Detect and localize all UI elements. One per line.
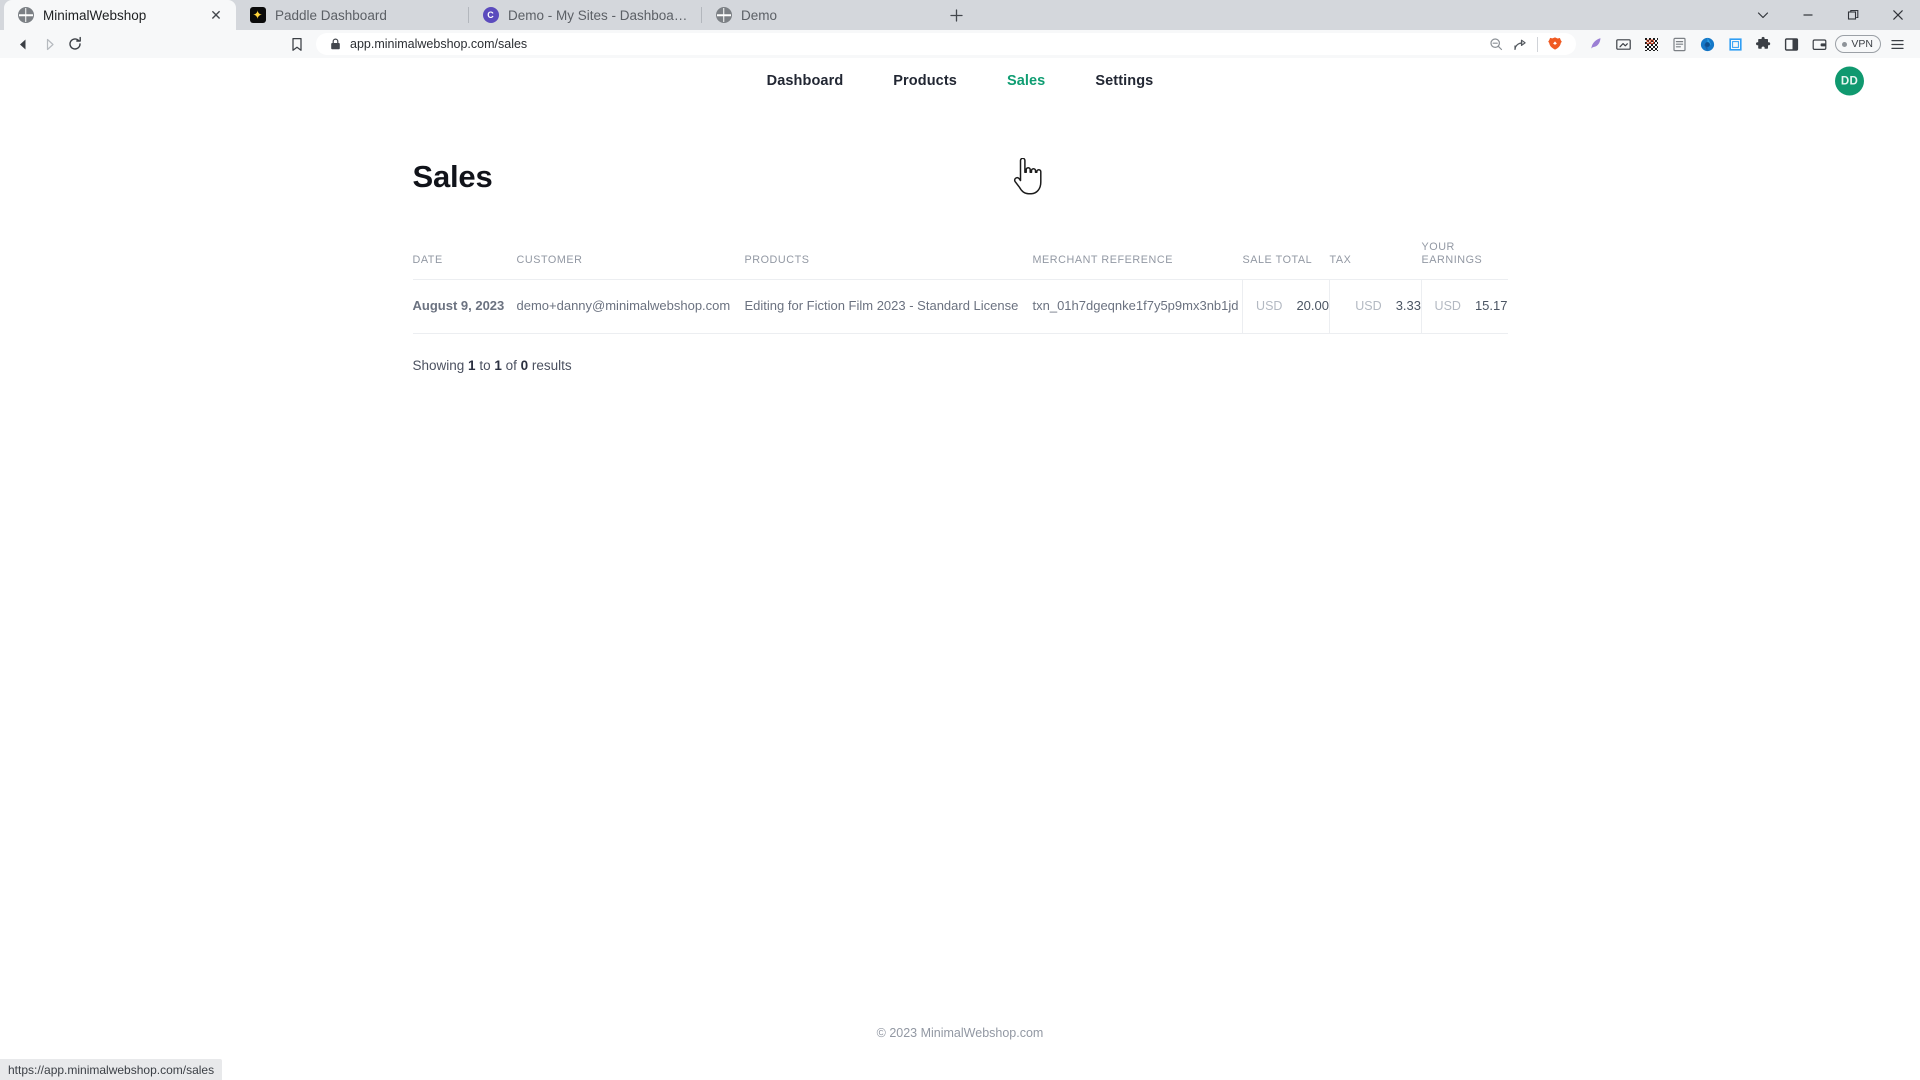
puzzle-icon[interactable] [1750,31,1776,57]
showing-mid: to [475,357,495,373]
nav-item-settings[interactable]: Settings [1070,73,1178,89]
column-header-customer: CUSTOMER [516,254,583,267]
showing-suffix: results [528,357,572,373]
vpn-button[interactable]: VPN [1835,35,1881,53]
browser-menu-button[interactable] [1884,31,1910,57]
column-header-products: PRODUCTS [744,254,810,267]
amount-value: 15.17 [1474,297,1508,313]
globe-icon [715,7,732,24]
screenshot-icon[interactable] [1610,31,1636,57]
showing-prefix: Showing [412,357,469,373]
cell-customer: demo+danny@minimalwebshop.com [516,297,731,313]
amount-value: 3.33 [1395,297,1421,313]
tab-title: Demo - My Sites - Dashboard - Carrd [508,7,690,23]
browser-window: MinimalWebshop ✕ ✦ Paddle Dashboard C De… [0,0,1920,1080]
sales-table: DATE CUSTOMER PRODUCTS MERCHANT REFERENC… [412,241,1508,334]
amount-value: 20.00 [1296,297,1329,313]
web-page: Dashboard Products Sales Settings DD Sal… [0,58,1920,1080]
currency-label: USD [1256,298,1283,313]
nav-item-sales[interactable]: Sales [982,73,1070,89]
column-header-date: DATE [412,254,443,267]
cell-date: August 9, 2023 [412,297,505,313]
table-row[interactable]: August 9, 2023 demo+danny@minimalwebshop… [412,279,1508,334]
column-header-merchant-reference: MERCHANT REFERENCE [1032,254,1173,267]
site-navigation: Dashboard Products Sales Settings DD [0,58,1920,104]
cell-sale-total: USD 20.00 [1242,279,1330,334]
currency-label: USD [1355,298,1382,313]
browser-toolbar: app.minimalwebshop.com/sales SD VPN [0,30,1920,58]
back-arrow-icon[interactable] [10,31,36,57]
table-body: August 9, 2023 demo+danny@minimalwebshop… [412,279,1508,334]
column-header-tax: TAX [1329,254,1352,267]
nav-links: Dashboard Products Sales Settings [742,73,1179,89]
tab-title: MinimalWebshop [43,7,147,23]
brave-lion-icon[interactable] [1544,31,1566,57]
cell-products: Editing for Fiction Film 2023 - Standard… [744,297,1019,313]
tab-title: Demo [741,7,778,23]
showing-to: 1 [494,357,502,373]
browser-tab-demo[interactable]: Demo [702,0,934,30]
cell-tax: USD 3.33 [1329,279,1422,334]
zoom-out-icon[interactable] [1485,31,1507,57]
close-icon[interactable]: ✕ [207,6,225,24]
svg-text:SD: SD [1646,40,1655,46]
sd-checker-icon[interactable]: SD [1638,31,1664,57]
address-bar[interactable]: app.minimalwebshop.com/sales [316,31,1577,57]
nav-item-products[interactable]: Products [868,73,982,89]
toolbar-divider [1537,36,1539,52]
vpn-label: VPN [1851,38,1873,50]
content-container: Sales DATE CUSTOMER PRODUCTS MERCHANT RE… [412,159,1508,373]
close-window-button[interactable] [1875,0,1920,30]
avatar[interactable]: DD [1835,66,1864,96]
share-icon[interactable] [1509,31,1531,57]
table-header-row: DATE CUSTOMER PRODUCTS MERCHANT REFERENC… [412,241,1508,280]
showing-from: 1 [468,357,476,373]
forward-arrow-icon[interactable] [36,31,62,57]
reload-icon[interactable] [62,31,88,57]
tab-strip: MinimalWebshop ✕ ✦ Paddle Dashboard C De… [0,0,1920,30]
minimize-button[interactable] [1785,0,1830,30]
browser-tab-minimalwebshop[interactable]: MinimalWebshop ✕ [4,0,236,30]
page-title: Sales [412,159,493,194]
column-header-sale-total: SALE TOTAL [1242,254,1313,267]
showing-total: 0 [520,357,529,373]
feather-icon[interactable] [1582,31,1608,57]
browser-tab-paddle-dashboard[interactable]: ✦ Paddle Dashboard [236,0,468,30]
crop-icon[interactable] [1722,31,1748,57]
currency-label: USD [1434,298,1461,313]
column-header-your-earnings: YOUR EARNINGS [1421,241,1483,267]
cell-your-earnings: USD 15.17 [1421,279,1508,334]
page-footer: © 2023 MinimalWebshop.com [876,1026,1044,1040]
extensions-row: SD [1582,31,1832,57]
lock-icon [328,31,342,57]
vpn-status-dot [1842,41,1848,47]
sidebar-icon[interactable] [1778,31,1804,57]
tab-title: Paddle Dashboard [275,7,387,23]
new-tab-button[interactable] [942,1,970,29]
bookmark-icon[interactable] [284,31,310,57]
nav-item-dashboard[interactable]: Dashboard [742,73,869,89]
paddle-icon: ✦ [249,7,266,24]
browser-tab-carrd[interactable]: C Demo - My Sites - Dashboard - Carrd [469,0,701,30]
page-content: Sales DATE CUSTOMER PRODUCTS MERCHANT RE… [0,104,1920,1080]
showing-mid2: of [501,357,521,373]
cell-merchant-reference: txn_01h7dgeqnke1f7y5p9mx3nb1jd [1032,297,1239,313]
url-text[interactable]: app.minimalwebshop.com/sales [350,37,1477,51]
camera-shutter-icon[interactable] [1694,31,1720,57]
reader-list-icon[interactable] [1666,31,1692,57]
wallet-icon[interactable] [1806,31,1832,57]
status-bar: https://app.minimalwebshop.com/sales [0,1059,223,1080]
results-count: Showing 1 to 1 of 0 results [413,358,1508,373]
carrd-icon: C [482,7,499,24]
globe-icon [17,7,34,24]
tab-search-button[interactable] [1740,0,1785,30]
maximize-button[interactable] [1830,0,1875,30]
table-header: DATE CUSTOMER PRODUCTS MERCHANT REFERENC… [412,241,1508,280]
window-controls [1740,0,1920,30]
